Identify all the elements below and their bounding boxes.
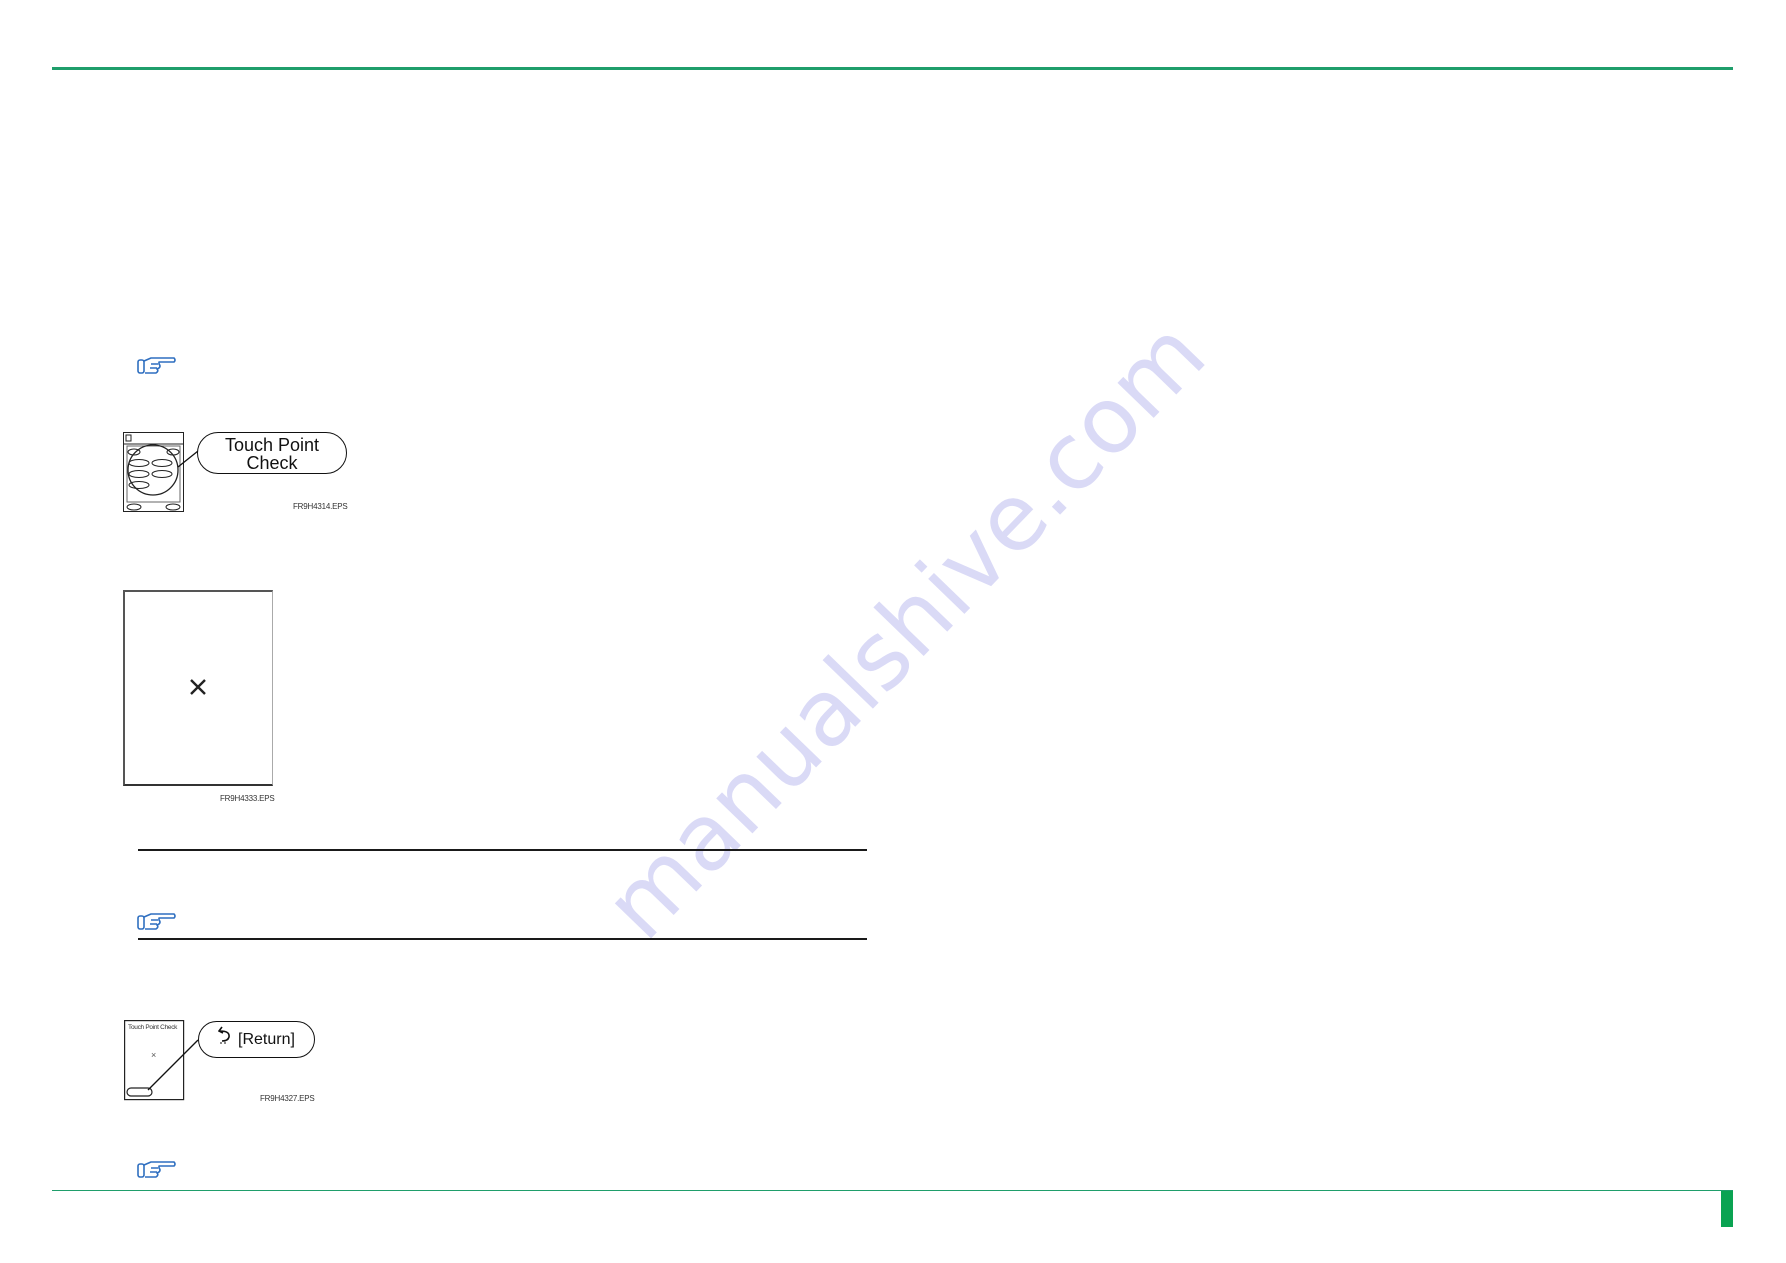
header-rule: [52, 67, 1733, 70]
return-callout: [Return]: [198, 1021, 315, 1058]
callout-line-1: Touch Point: [224, 435, 320, 455]
figure-label: FR9H4314.EPS: [293, 502, 348, 511]
return-arrow-icon: [217, 1022, 232, 1057]
callout-line-2: Check: [246, 453, 298, 473]
section-divider-top: [138, 849, 867, 851]
callout-leader-line: [147, 1039, 199, 1091]
figure-label: FR9H4333.EPS: [220, 794, 275, 803]
watermark: manualshive.com: [584, 300, 1226, 960]
page-tab-marker: [1721, 1191, 1733, 1227]
device-panel-diagram: [123, 432, 184, 512]
screen-title: Touch Point Check: [128, 1024, 178, 1031]
touch-point-check-callout: Touch Point Check: [197, 432, 347, 474]
footer-rule: [52, 1190, 1733, 1191]
figure-label: FR9H4327.EPS: [260, 1094, 315, 1103]
target-cross-icon: [190, 679, 206, 695]
pointing-hand-icon: [137, 355, 177, 375]
pointing-hand-icon: [137, 1159, 177, 1179]
section-divider-bottom: [138, 938, 867, 940]
pointing-hand-icon: [137, 911, 177, 931]
return-label: [Return]: [238, 1031, 295, 1048]
